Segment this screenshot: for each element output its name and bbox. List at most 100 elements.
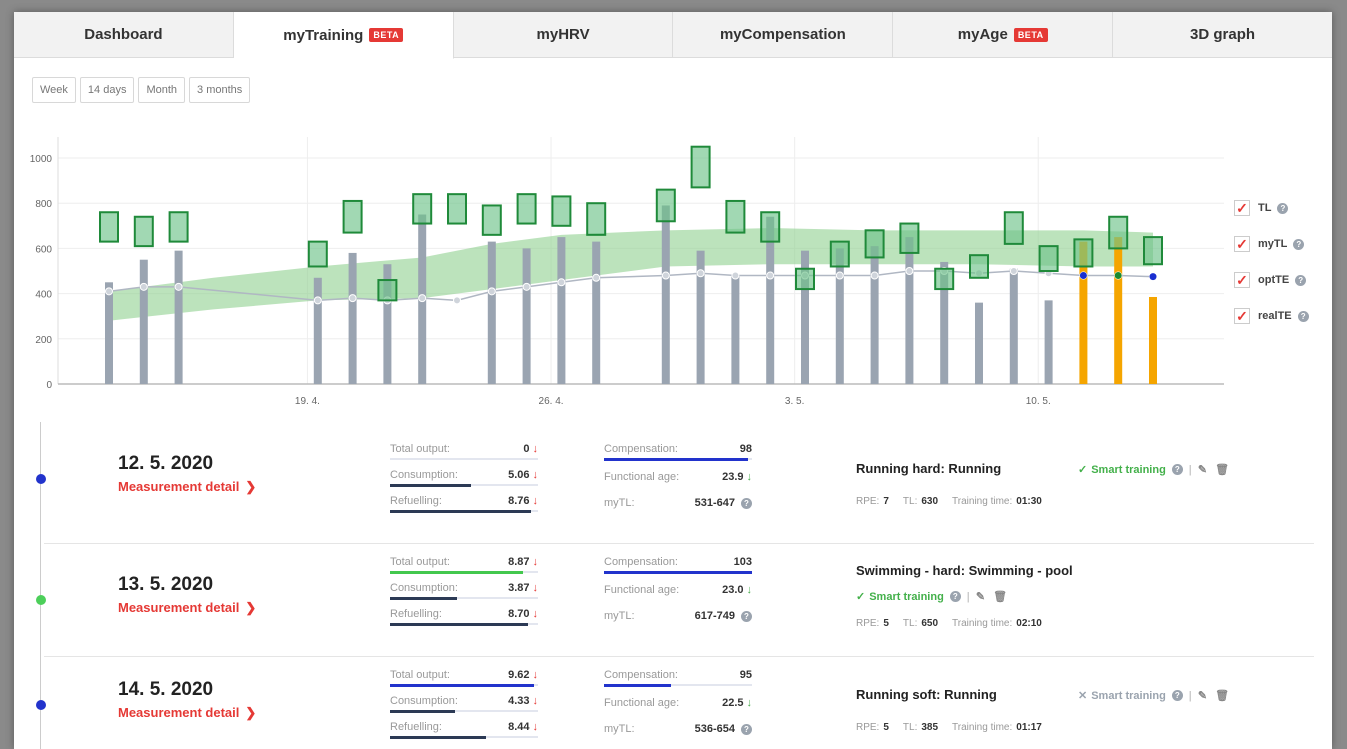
help-icon[interactable]: ? (1277, 202, 1289, 214)
tab-bar: Dashboard myTraining BETA myHRV myCompens… (14, 12, 1332, 59)
metric-value: 23.9 ↓ (722, 471, 752, 483)
checkbox-checked-icon[interactable]: ✓ (1234, 236, 1250, 252)
metric-number: 536-654 (694, 723, 735, 735)
info-label: RPE: (856, 722, 880, 733)
info-label: RPE: (856, 618, 880, 629)
arrow-down-icon: ↓ (532, 469, 539, 481)
arrow-down-icon: ↓ (532, 495, 539, 507)
smart-training-text: Smart training (1091, 464, 1166, 476)
metric-bar-fill (390, 710, 455, 713)
help-icon[interactable]: ? (1171, 464, 1183, 475)
metric-bar (390, 458, 538, 460)
smart-training-label: ✕ Smart training (1078, 689, 1166, 702)
entry-date: 14. 5. 2020 (118, 679, 214, 700)
help-icon[interactable]: ? (1171, 690, 1183, 701)
range-month-button[interactable]: Month (138, 77, 186, 103)
metric-label: Compensation: (604, 556, 678, 568)
info-value: 7 (883, 496, 889, 507)
mytl-range-box (586, 202, 607, 236)
real-te-point (557, 278, 566, 287)
metric-number: 8.76 (508, 495, 530, 507)
legend-label: optTE (1258, 274, 1290, 286)
help-icon[interactable]: ? (741, 498, 752, 509)
y-tick-label: 0 (46, 380, 52, 391)
tab-myhrv[interactable]: myHRV (454, 12, 674, 57)
trash-icon[interactable]: 🗑 (993, 590, 1007, 603)
divider: | (1188, 689, 1192, 702)
help-icon[interactable]: ? (1293, 238, 1305, 250)
metric-label: myTL: (604, 723, 635, 735)
metric-label: Total output: (390, 669, 450, 681)
x-tick-label: 19. 4. (295, 396, 320, 407)
metric-number: 23.0 (722, 584, 744, 596)
arrow-down-icon: ↓ (532, 721, 539, 733)
tl-bar (348, 252, 357, 384)
pencil-icon[interactable]: ✎ (976, 590, 985, 603)
training-info: RPE: 5 TL: 650 Training time: 02:10 (856, 618, 1056, 629)
metric-total-output: Total output: 9.62 ↓ (390, 667, 538, 689)
range-14-days-button[interactable]: 14 days (79, 77, 135, 103)
info-label: TL: (902, 722, 918, 733)
info-value: 385 (921, 722, 939, 733)
tab-dashboard[interactable]: Dashboard (14, 12, 234, 57)
legend-item-mytl[interactable]: ✓ myTL? (1234, 226, 1309, 262)
beta-badge: BETA (369, 28, 404, 42)
metric-bar (390, 510, 538, 513)
checkbox-checked-icon[interactable]: ✓ (1234, 200, 1250, 216)
range-week-button[interactable]: Week (32, 77, 76, 103)
x-tick-label: 3. 5. (785, 396, 804, 407)
metric-label: Refuelling: (390, 608, 442, 620)
metric-value: 22.5 ↓ (722, 697, 752, 709)
metric-value: 5.06 ↓ (508, 469, 538, 481)
legend-item-tl[interactable]: ✓ TL? (1234, 190, 1309, 226)
real-te-point (766, 271, 775, 280)
tab-3d-graph[interactable]: 3D graph (1113, 12, 1332, 57)
range-3-months-button[interactable]: 3 months (189, 77, 251, 103)
entry-row: 13. 5. 2020 Measurement detail ❯ Total outp… (36, 544, 1314, 657)
pencil-icon[interactable]: ✎ (1198, 463, 1207, 476)
metric-mytl: myTL: 617-749? (604, 608, 752, 630)
tab-mycompensation[interactable]: myCompensation (673, 12, 894, 57)
entry-date: 12. 5. 2020 (118, 453, 214, 474)
timeline-dot (36, 700, 46, 710)
tab-mytraining[interactable]: myTraining BETA (233, 12, 454, 59)
metric-bar (390, 736, 538, 739)
trash-icon[interactable]: 🗑 (1215, 689, 1229, 702)
metric-bar-fill (390, 484, 471, 487)
metric-number: 531-647 (694, 497, 735, 509)
entry-date: 13. 5. 2020 (118, 574, 214, 595)
legend-item-optte[interactable]: ✓ optTE? (1234, 262, 1309, 298)
chevron-right-icon: ❯ (245, 479, 257, 494)
metric-bar (604, 684, 752, 687)
measurement-detail-link[interactable]: Measurement detail ❯ (118, 479, 256, 495)
pencil-icon[interactable]: ✎ (1198, 689, 1207, 702)
x-tick-label: 26. 4. (539, 396, 564, 407)
measurement-detail-link[interactable]: Measurement detail ❯ (118, 600, 256, 616)
info-label: TL: (902, 496, 918, 507)
metric-value: 9.62 ↓ (508, 669, 538, 681)
metric-bar (390, 597, 538, 600)
help-icon[interactable]: ? (1295, 274, 1307, 286)
metric-number: 4.33 (508, 695, 530, 707)
real-te-point (348, 294, 357, 303)
legend-item-realte[interactable]: ✓ realTE? (1234, 298, 1309, 334)
mytl-range-box (99, 211, 119, 243)
real-te-point (870, 271, 879, 280)
mytl-range-box (168, 211, 189, 243)
trash-icon[interactable]: 🗑 (1215, 463, 1229, 476)
help-icon[interactable]: ? (741, 724, 752, 735)
help-icon[interactable]: ? (741, 611, 752, 622)
training-info: RPE: 5 TL: 385 Training time: 01:17 (856, 722, 1056, 733)
checkbox-checked-icon[interactable]: ✓ (1234, 308, 1250, 324)
metric-bar-fill (604, 458, 748, 461)
metric-number: 9.62 (508, 669, 530, 681)
arrow-down-icon: ↓ (532, 556, 539, 568)
help-icon[interactable]: ? (949, 591, 961, 602)
metric-bar (390, 484, 538, 487)
help-icon[interactable]: ? (1297, 310, 1309, 322)
tab-myage[interactable]: myAge BETA (893, 12, 1114, 57)
checkbox-checked-icon[interactable]: ✓ (1234, 272, 1250, 288)
measurement-detail-link[interactable]: Measurement detail ❯ (118, 705, 256, 721)
highlight-point (1114, 272, 1122, 280)
metric-label: Functional age: (604, 584, 680, 596)
